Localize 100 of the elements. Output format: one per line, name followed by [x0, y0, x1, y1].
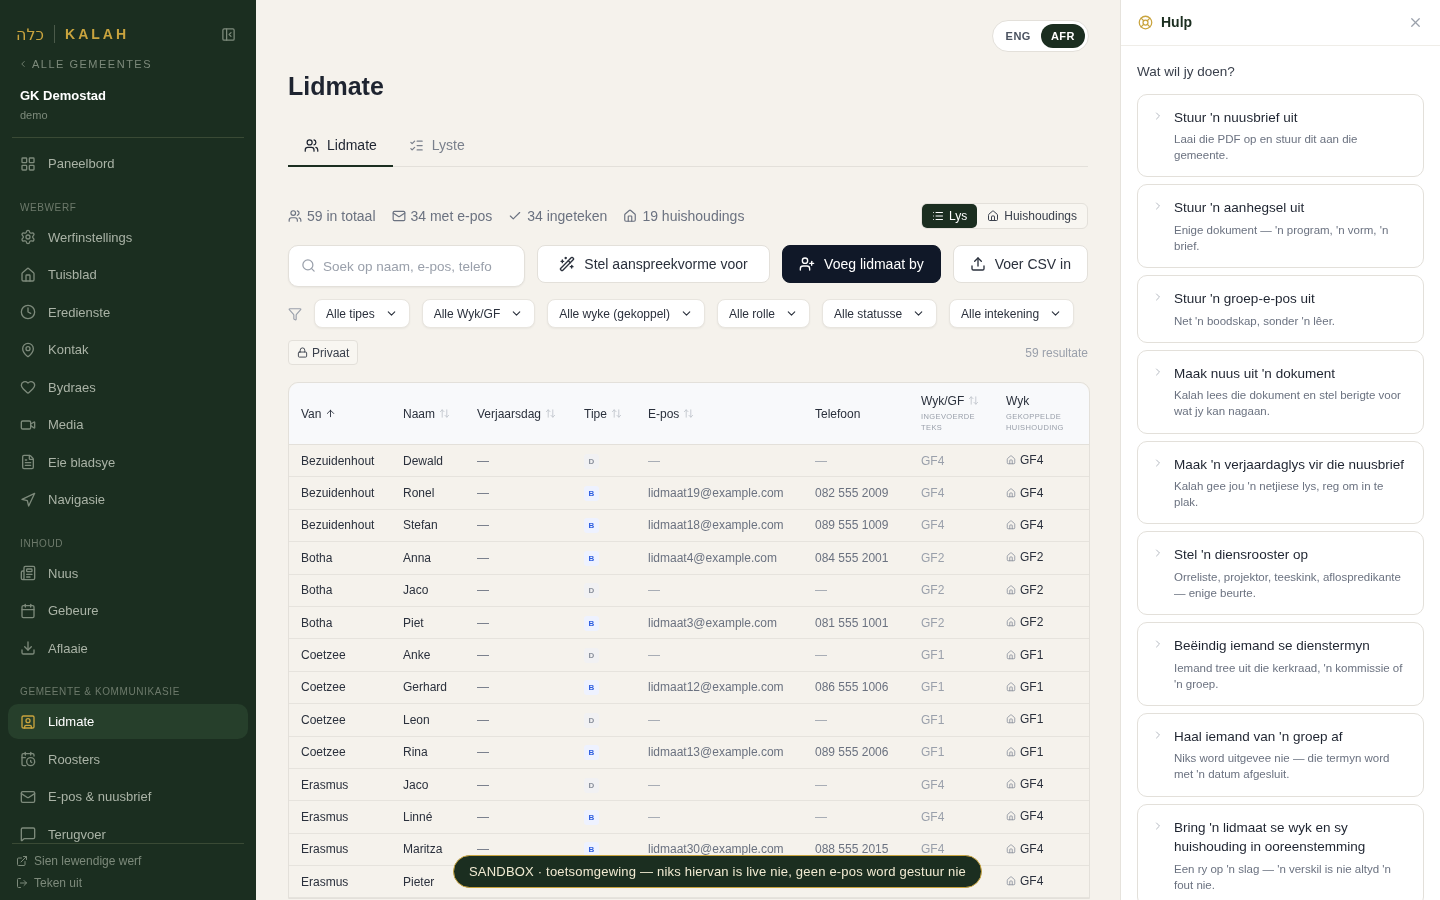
nav-item[interactable]: Gebeure: [8, 593, 248, 628]
action-button[interactable]: Voeg lidmaat by: [782, 245, 941, 283]
house-icon: [1006, 584, 1016, 595]
house-icon: [1006, 779, 1016, 790]
table-cell: —: [815, 810, 827, 824]
check-icon: [508, 209, 523, 223]
privacy-toggle[interactable]: Privaat: [288, 340, 359, 365]
sort-icon[interactable]: [439, 408, 450, 419]
help-card[interactable]: Stuur 'n aanhegsel uit Enige dokument — 'n program, 'n vorm, 'n brief.: [1137, 184, 1424, 269]
table-cell: —: [648, 583, 660, 598]
nav-item[interactable]: Roosters: [8, 741, 248, 777]
footer-link[interactable]: Sien lewendige werf: [16, 854, 240, 868]
house-icon: [1006, 811, 1016, 822]
view-option[interactable]: Huishoudings: [977, 204, 1087, 228]
nav-item[interactable]: Paneelbord: [8, 146, 248, 181]
help-card[interactable]: Maak 'n verjaardaglys vir die nuusbrief Kalah gee jou 'n netjiese lys, reg om in te plak.: [1137, 440, 1424, 525]
nav-item[interactable]: Lidmate: [8, 704, 248, 739]
language-option[interactable]: ENG: [995, 24, 1041, 48]
table-cell: GF2: [921, 550, 945, 565]
nav-item[interactable]: Aflaaie: [8, 630, 248, 666]
table-cell: Coetzee: [289, 736, 391, 769]
result-count: 59 resultate: [1025, 345, 1088, 360]
table-cell: Gerhard: [391, 671, 465, 705]
card-description: Enige dokument — 'n program, 'n vorm, 'n brief.: [1174, 222, 1390, 255]
table-cell: GF4: [921, 486, 945, 501]
sort-icon[interactable]: [968, 395, 980, 407]
logout-icon: [16, 877, 28, 889]
contact-card-icon: [20, 713, 36, 730]
sort-ascending-icon[interactable]: [325, 408, 337, 419]
type-badge: B: [584, 745, 599, 761]
column-header[interactable]: E-pos: [636, 383, 803, 445]
magic-wand-icon: [559, 256, 576, 272]
table-cell: Anna: [391, 542, 465, 575]
help-card[interactable]: Maak nuus uit 'n dokument Kalah lees die dokument en stel berigte voor wat jy kan nagaan.: [1137, 349, 1424, 434]
sort-icon[interactable]: [545, 408, 557, 419]
column-header[interactable]: Naam: [391, 383, 465, 445]
house-icon: [1006, 714, 1016, 725]
nav-item[interactable]: Terugvoer: [8, 816, 248, 843]
filter-dropdown[interactable]: Alle rolle: [717, 299, 810, 328]
tab[interactable]: Lidmate: [288, 127, 393, 167]
column-header[interactable]: Van: [289, 383, 391, 445]
help-card[interactable]: Beëindig iemand se dienstermyn Iemand tree uit die kerkraad, 'n kommissie of 'n groep.: [1137, 622, 1424, 706]
nav-item[interactable]: Werfinstellings: [8, 219, 248, 255]
house-icon: [1006, 649, 1016, 660]
footer-link[interactable]: Teken uit: [16, 876, 240, 890]
collapse-sidebar-icon[interactable]: [221, 26, 236, 42]
logo-mark: כלה: [16, 24, 44, 44]
tab[interactable]: Lyste: [392, 127, 481, 167]
back-link[interactable]: ALLE GEMEENTES: [18, 58, 256, 70]
card-description: Een ry op 'n slag — 'n verskil is nie altyd 'n fout nie.: [1174, 861, 1392, 893]
filter-dropdown[interactable]: Alle tipes: [314, 299, 410, 328]
table-cell: —: [477, 842, 489, 857]
sort-icon[interactable]: [683, 408, 695, 419]
language-option[interactable]: AFR: [1040, 24, 1085, 48]
table-cell: —: [477, 648, 489, 663]
table-cell: —: [477, 453, 489, 468]
help-card[interactable]: Stuur 'n nuusbrief uit Laai die PDF op en stuur dit aan die gemeente.: [1137, 93, 1424, 178]
help-card[interactable]: Stuur 'n groep-e-pos uit Net 'n boodskap, sonder 'n lêer.: [1137, 275, 1424, 343]
help-card[interactable]: Bring 'n lidmaat se wyk en sy huishouding in ooreenstemming Een ry op 'n slag — 'n verskil is nie altyd 'n fout nie.: [1137, 803, 1424, 900]
clock-icon: [20, 304, 36, 320]
nav-item[interactable]: Bydraes: [8, 369, 248, 405]
table-cell: —: [477, 777, 489, 792]
nav-item[interactable]: Kontak: [8, 332, 248, 367]
nav-item[interactable]: Navigasie: [8, 482, 248, 517]
sandbox-banner: SANDBOX · toetsomgewing — niks hiervan is live nie, geen e-pos word gestuur nie: [453, 855, 983, 888]
table-cell: GF4: [1020, 809, 1044, 824]
table-cell: —: [477, 615, 489, 630]
card-description: Net 'n boodskap, sonder 'n lêer.: [1174, 313, 1336, 329]
action-button[interactable]: Voer CSV in: [952, 245, 1088, 283]
view-option[interactable]: Lys: [922, 204, 978, 228]
external-link-icon: [16, 855, 28, 867]
filter-dropdown[interactable]: Alle Wyk/GF: [421, 299, 536, 328]
section-label: GEMEENTE & KOMMUNIKASIE: [19, 685, 181, 699]
document-icon: [20, 454, 36, 470]
search-icon: [301, 258, 316, 273]
card-description: Laai die PDF op en stuur dit aan die gemeente.: [1174, 132, 1359, 164]
action-button[interactable]: Stel aanspreekvorme voor: [537, 245, 771, 283]
gear-icon: [20, 229, 36, 245]
table-cell: GF1: [1020, 647, 1044, 662]
nav-item[interactable]: Media: [8, 407, 248, 442]
column-header[interactable]: Verjaarsdag: [465, 383, 572, 445]
column-header[interactable]: Telefoon: [803, 383, 909, 445]
help-card[interactable]: Haal iemand van 'n groep af Niks word uitgevee nie — die termyn word met 'n datum afgesluit.: [1137, 712, 1424, 797]
table-cell: Piet: [391, 606, 465, 640]
nav-item[interactable]: E-pos & nuusbrief: [8, 779, 248, 814]
filter-dropdown[interactable]: Alle wyke (gekoppel): [547, 299, 705, 328]
calendar-clock-icon: [20, 751, 36, 767]
nav-item[interactable]: Nuus: [8, 555, 248, 591]
table-cell: GF2: [921, 583, 945, 598]
column-header[interactable]: Tipe: [572, 383, 636, 445]
help-card[interactable]: Stel 'n diensrooster op Orreliste, projektor, teeskink, aflospredikante — enige beurte.: [1137, 531, 1424, 616]
house-icon: [1006, 617, 1016, 628]
nav-item[interactable]: Tuisblad: [8, 257, 248, 292]
nav-item[interactable]: Eredienste: [8, 294, 248, 330]
nav-item[interactable]: Eie bladsye: [8, 444, 248, 480]
filter-dropdown[interactable]: Alle intekening: [949, 299, 1075, 328]
filter-dropdown[interactable]: Alle statusse: [822, 299, 938, 328]
search-field[interactable]: Soek op naam, e-pos, telefo: [288, 245, 525, 287]
sort-icon[interactable]: [610, 408, 622, 419]
table-cell: GF1: [1020, 744, 1044, 759]
